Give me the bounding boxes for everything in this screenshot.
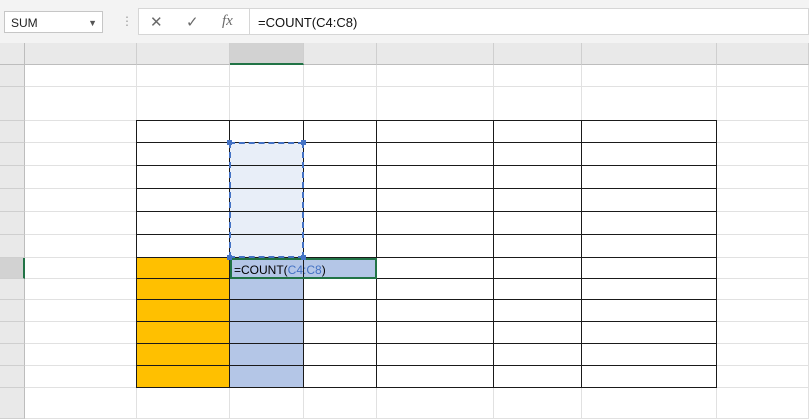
header-nama[interactable]: [137, 121, 230, 143]
column-header-e[interactable]: [377, 43, 494, 65]
name-box-value: SUM: [11, 16, 38, 30]
cell-nama[interactable]: [137, 143, 230, 166]
row-header-15[interactable]: [0, 388, 25, 419]
formula-buttons: ✕ ✓ fx: [138, 8, 250, 35]
column-header-d[interactable]: [304, 43, 377, 65]
summary-label-count[interactable]: [137, 366, 230, 388]
summary-value-sum[interactable]: [230, 279, 304, 300]
cell-true-false[interactable]: [494, 166, 582, 189]
cell-nilai-mtk[interactable]: [304, 235, 377, 258]
drag-handle-icon[interactable]: ⋮: [121, 14, 134, 28]
summary-label-max[interactable]: [137, 322, 230, 344]
cell-nama[interactable]: [137, 235, 230, 258]
summary-value-max[interactable]: [230, 322, 304, 344]
column-header-g[interactable]: [582, 43, 717, 65]
insert-function-icon[interactable]: fx: [222, 13, 233, 30]
cell-or[interactable]: [582, 166, 717, 189]
range-resize-handle[interactable]: [227, 140, 232, 145]
summary-value-min[interactable]: [230, 344, 304, 366]
cell-or[interactable]: [582, 235, 717, 258]
spreadsheet-grid[interactable]: =COUNT(C4:C8): [0, 43, 809, 419]
cell-keterangan[interactable]: [377, 166, 494, 189]
cell-nama[interactable]: [137, 189, 230, 212]
sheet-title[interactable]: [137, 87, 717, 121]
row-header-5[interactable]: [0, 166, 25, 189]
range-resize-handle[interactable]: [301, 140, 306, 145]
column-header-b[interactable]: [137, 43, 230, 65]
formula-text: ): [321, 263, 326, 277]
row-header-4[interactable]: [0, 143, 25, 166]
formula-text: =COUNT(: [234, 263, 288, 277]
cell-or[interactable]: [582, 143, 717, 166]
cell-nilai-mtk[interactable]: [304, 166, 377, 189]
active-cell-editor[interactable]: =COUNT(C4:C8): [230, 258, 377, 279]
cell-or[interactable]: [582, 212, 717, 235]
column-header-a[interactable]: [25, 43, 137, 65]
select-all-corner[interactable]: [0, 43, 25, 65]
cell-true-false[interactable]: [494, 143, 582, 166]
cell-true-false[interactable]: [494, 189, 582, 212]
cell-jumlah-range-label[interactable]: [137, 258, 230, 279]
row-header-7[interactable]: [0, 212, 25, 235]
cell-keterangan[interactable]: [377, 143, 494, 166]
summary-label-sum[interactable]: [137, 279, 230, 300]
row-header-9[interactable]: [0, 258, 25, 279]
summary-value-count[interactable]: [230, 366, 304, 388]
row-header-8[interactable]: [0, 235, 25, 258]
cancel-icon[interactable]: ✕: [150, 13, 163, 31]
row-header-13[interactable]: [0, 344, 25, 366]
formula-range-ref: C4:C8: [287, 263, 322, 277]
cell-or[interactable]: [582, 189, 717, 212]
range-resize-handle[interactable]: [301, 255, 306, 260]
cell-keterangan[interactable]: [377, 235, 494, 258]
row-header-1[interactable]: [0, 65, 25, 87]
chevron-down-icon[interactable]: ▼: [88, 18, 97, 28]
row-header-14[interactable]: [0, 366, 25, 388]
cell-nilai-mtk[interactable]: [304, 212, 377, 235]
row-header-10[interactable]: [0, 279, 25, 300]
cell-true-false[interactable]: [494, 212, 582, 235]
column-header-c[interactable]: [230, 43, 304, 65]
range-resize-handle[interactable]: [227, 255, 232, 260]
cell-nama[interactable]: [137, 166, 230, 189]
cell-nama[interactable]: [137, 212, 230, 235]
range-reference-border[interactable]: [229, 142, 304, 258]
formula-bar-area: SUM ▼ ⋮ ✕ ✓ fx =COUNT(C4:C8): [0, 0, 809, 43]
summary-label-average[interactable]: [137, 300, 230, 322]
row-header-11[interactable]: [0, 300, 25, 322]
cell-keterangan[interactable]: [377, 189, 494, 212]
name-box[interactable]: SUM ▼: [4, 11, 103, 33]
row-header-3[interactable]: [0, 121, 25, 143]
header-nilai[interactable]: [230, 121, 304, 143]
row-header-12[interactable]: [0, 322, 25, 344]
formula-input[interactable]: =COUNT(C4:C8): [250, 8, 809, 35]
column-header-h[interactable]: [717, 43, 809, 65]
cell-true-false[interactable]: [494, 235, 582, 258]
row-header-2[interactable]: [0, 87, 25, 121]
header-true-false[interactable]: [494, 121, 582, 143]
enter-icon[interactable]: ✓: [186, 13, 199, 31]
header-nilai-mtk[interactable]: [304, 121, 377, 143]
summary-value-average[interactable]: [230, 300, 304, 322]
row-header-6[interactable]: [0, 189, 25, 212]
summary-label-min[interactable]: [137, 344, 230, 366]
cell-nilai-mtk[interactable]: [304, 189, 377, 212]
cell-nilai-mtk[interactable]: [304, 143, 377, 166]
column-header-f[interactable]: [494, 43, 582, 65]
header-keterangan[interactable]: [377, 121, 494, 143]
cell-keterangan[interactable]: [377, 212, 494, 235]
header-or[interactable]: [582, 121, 717, 143]
